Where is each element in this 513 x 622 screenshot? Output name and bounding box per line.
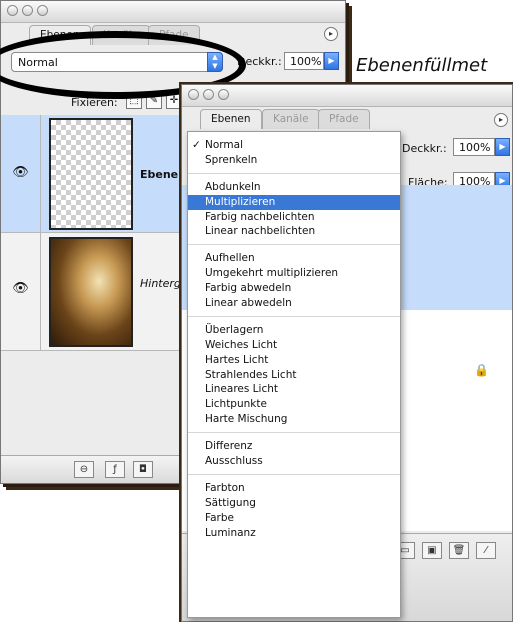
menu-item-linear-nachbelichten[interactable]: Linear nachbelichten [188,224,400,239]
menu-item-farbe[interactable]: Farbe [188,511,400,526]
lock-position-icon[interactable]: ✛ [166,93,182,109]
panel-menu-icon[interactable]: ▸ [324,27,338,41]
opacity-label: Deckkr.: [237,55,282,68]
zoom-button[interactable] [218,89,229,100]
menu-item-farbig-nachbelichten[interactable]: Farbig nachbelichten [188,210,400,225]
minimize-button[interactable] [22,5,33,16]
menu-item-lineares-licht[interactable]: Lineares Licht [188,382,400,397]
menu-item-überlagern[interactable]: Überlagern [188,323,400,338]
menu-item-multiplizieren[interactable]: Multiplizieren [188,194,400,210]
eye-icon[interactable]: 👁 [1,115,41,232]
window-controls [188,89,229,100]
layer-thumbnail [49,237,133,347]
close-button[interactable] [7,5,18,16]
layer-thumbnail [49,118,133,230]
menu-item-strahlendes-licht[interactable]: Strahlendes Licht [188,368,400,383]
layer-style-icon[interactable]: ƒ [105,461,125,478]
window-controls [7,5,48,16]
select-arrows-icon: ▲ ▼ [207,52,223,72]
caption: Ebenenfüllmet [356,55,488,76]
tab-pfade[interactable]: Pfade [318,109,370,129]
opacity-arrow-icon[interactable]: ▶ [324,52,339,70]
eye-icon[interactable]: 👁 [1,233,41,350]
menu-item-farbton[interactable]: Farbton [188,481,400,496]
tab-pfade[interactable]: Pfade [148,25,200,45]
tab-ebenen[interactable]: Ebenen [200,109,262,129]
lock-icon: 🔒 [474,363,489,377]
menu-item-hartes-licht[interactable]: Hartes Licht [188,353,400,368]
panel-tabs: Ebenen Kanäle Pfade ▸ [1,23,345,45]
menu-item-farbig-abwedeln[interactable]: Farbig abwedeln [188,281,400,296]
tab-kanaele[interactable]: Kanäle [262,109,320,129]
checkmark-icon: ✓ [192,139,201,151]
menu-separator [188,469,400,481]
tab-ebenen[interactable]: Ebenen [29,25,91,45]
menu-item-linear-abwedeln[interactable]: Linear abwedeln [188,296,400,311]
titlebar [182,85,512,107]
menu-item-luminanz[interactable]: Luminanz [188,526,400,541]
menu-item-aufhellen[interactable]: Aufhellen [188,251,400,266]
blend-mode-value: Normal [18,56,58,69]
fix-label: Fixieren: [71,96,118,109]
opacity-arrow-icon[interactable]: ▶ [495,138,510,156]
resize-grip-icon[interactable]: ⁄ [476,542,496,559]
panel-tabs: Ebenen Kanäle Pfade ▸ [182,107,512,129]
lock-transparency-icon[interactable]: ⬚ [126,93,142,109]
titlebar [1,1,345,23]
lock-pixels-icon[interactable]: ✎ [146,93,162,109]
menu-separator [188,239,400,251]
menu-item-umgekehrt-multiplizieren[interactable]: Umgekehrt multiplizieren [188,266,400,281]
opacity-label: Deckkr.: [402,142,447,155]
menu-item-abdunkeln[interactable]: Abdunkeln [188,180,400,195]
menu-item-weiches-licht[interactable]: Weiches Licht [188,338,400,353]
blend-mode-menu: ✓ Normal Sprenkeln Abdunkeln Multiplizieren F… [187,131,401,618]
zoom-button[interactable] [37,5,48,16]
menu-item-ausschluss[interactable]: Ausschluss [188,454,400,469]
menu-item-sättigung[interactable]: Sättigung [188,496,400,511]
tab-kanaele[interactable]: Kanäle [92,25,150,45]
menu-separator [188,168,400,180]
menu-item-lichtpunkte[interactable]: Lichtpunkte [188,397,400,412]
menu-item-normal[interactable]: ✓ Normal [188,138,400,153]
menu-item-harte-mischung[interactable]: Harte Mischung [188,412,400,427]
menu-item-differenz[interactable]: Differenz [188,439,400,454]
new-layer-icon[interactable]: ▣ [422,542,442,559]
opacity-input[interactable]: 100% [453,138,495,156]
opacity-input[interactable]: 100% [284,52,324,70]
trash-icon[interactable]: 🗑 [449,542,469,559]
menu-separator [188,427,400,439]
close-button[interactable] [188,89,199,100]
layer-mask-icon[interactable]: ◘ [133,461,153,478]
menu-item-sprenkeln[interactable]: Sprenkeln [188,153,400,168]
panel-menu-icon[interactable]: ▸ [494,113,508,127]
blend-mode-select[interactable]: Normal ▲ ▼ [11,52,223,72]
minimize-button[interactable] [203,89,214,100]
menu-separator [188,311,400,323]
link-layers-icon[interactable]: ⊖ [74,461,94,478]
